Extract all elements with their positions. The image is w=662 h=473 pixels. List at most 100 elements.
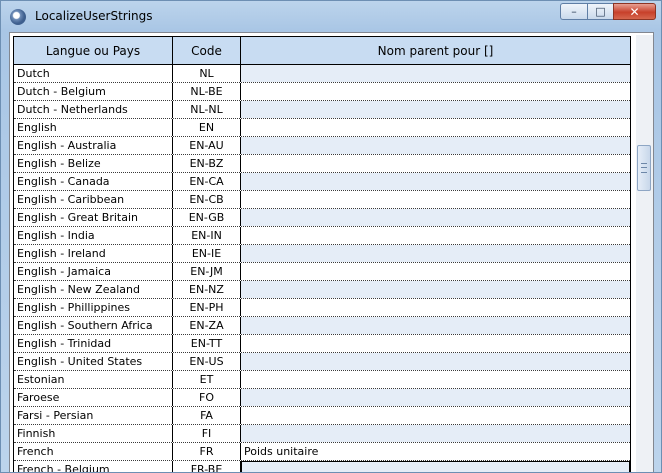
table-row[interactable]: English - Ireland EN-IE (14, 245, 630, 263)
table-row[interactable]: French FR Poids unitaire (14, 443, 630, 461)
cell-parent-name[interactable] (241, 317, 630, 334)
table-row[interactable]: English - Canada EN-CA (14, 173, 630, 191)
cell-code: EN-IN (173, 227, 241, 244)
cell-parent-name[interactable] (241, 263, 630, 280)
table-row[interactable]: English EN (14, 119, 630, 137)
table-row[interactable]: English - United States EN-US (14, 353, 630, 371)
cell-parent-name[interactable] (241, 245, 630, 262)
column-header-language[interactable]: Langue ou Pays (14, 37, 173, 64)
app-window: LocalizeUserStrings – □ ✕ Langue ou Pays… (0, 0, 662, 473)
column-header-parent-name[interactable]: Nom parent pour [] (241, 37, 630, 64)
cell-code: FI (173, 425, 241, 442)
cell-parent-name[interactable] (241, 209, 630, 226)
cell-parent-name[interactable] (241, 389, 630, 406)
cell-language: French (14, 443, 173, 460)
column-header-code[interactable]: Code (173, 37, 241, 64)
maximize-button[interactable]: □ (587, 3, 613, 20)
cell-parent-name[interactable] (241, 119, 630, 136)
cell-code: EN-CB (173, 191, 241, 208)
cell-language: English - United States (14, 353, 173, 370)
cell-language: English (14, 119, 173, 136)
cell-language: English - Belize (14, 155, 173, 172)
cell-parent-name[interactable] (241, 353, 630, 370)
table-row[interactable]: Dutch - Netherlands NL-NL (14, 101, 630, 119)
cell-code: EN-BZ (173, 155, 241, 172)
cell-code: EN-US (173, 353, 241, 370)
table-row[interactable]: English - Jamaica EN-JM (14, 263, 630, 281)
cell-parent-name[interactable] (241, 407, 630, 424)
table-row[interactable]: Faroese FO (14, 389, 630, 407)
table-row[interactable]: Finnish FI (14, 425, 630, 443)
table-row[interactable]: English - Belize EN-BZ (14, 155, 630, 173)
table-row[interactable]: Dutch NL (14, 65, 630, 83)
cell-parent-name[interactable] (241, 101, 630, 118)
table-row[interactable]: English - Australia EN-AU (14, 137, 630, 155)
cell-parent-name[interactable] (241, 155, 630, 172)
table-row[interactable]: English - India EN-IN (14, 227, 630, 245)
cell-language: English - Southern Africa (14, 317, 173, 334)
cell-code: EN-PH (173, 299, 241, 316)
cell-code: EN-ZA (173, 317, 241, 334)
table-row[interactable]: English - New Zealand EN-NZ (14, 281, 630, 299)
cell-language: Faroese (14, 389, 173, 406)
cell-code: NL-BE (173, 83, 241, 100)
cell-language: Dutch (14, 65, 173, 82)
app-icon (10, 9, 26, 25)
cell-code: NL (173, 65, 241, 82)
cell-parent-name[interactable] (241, 191, 630, 208)
title-bar[interactable]: LocalizeUserStrings – □ ✕ (1, 1, 661, 33)
cell-language: English - Australia (14, 137, 173, 154)
cell-language: English - Caribbean (14, 191, 173, 208)
grid-body: Dutch NL Dutch - Belgium NL-BE Dutch - Nethe… (14, 65, 630, 472)
client-area: Langue ou Pays Code Nom parent pour [] D… (9, 32, 654, 472)
grip-icon (641, 163, 647, 173)
window-title: LocalizeUserStrings (35, 9, 153, 23)
cell-language: Dutch - Belgium (14, 83, 173, 100)
close-button[interactable]: ✕ (613, 3, 656, 20)
cell-parent-name[interactable] (241, 461, 630, 472)
cell-code: EN-NZ (173, 281, 241, 298)
cell-code: EN (173, 119, 241, 136)
table-row[interactable]: French - Belgium FR-BE (14, 461, 630, 472)
cell-parent-name[interactable] (241, 281, 630, 298)
scrollbar-thumb[interactable] (637, 145, 651, 191)
cell-parent-name[interactable] (241, 425, 630, 442)
vertical-scrollbar[interactable] (636, 35, 653, 472)
table-row[interactable]: Farsi - Persian FA (14, 407, 630, 425)
cell-language: French - Belgium (14, 461, 173, 472)
cell-language: English - Great Britain (14, 209, 173, 226)
cell-code: ET (173, 371, 241, 388)
cell-code: NL-NL (173, 101, 241, 118)
cell-parent-name[interactable] (241, 227, 630, 244)
window-controls: – □ ✕ (560, 3, 656, 20)
table-row[interactable]: English - Southern Africa EN-ZA (14, 317, 630, 335)
cell-parent-name[interactable] (241, 335, 630, 352)
table-row[interactable]: Estonian ET (14, 371, 630, 389)
strings-grid[interactable]: Langue ou Pays Code Nom parent pour [] D… (13, 36, 631, 472)
cell-code: EN-IE (173, 245, 241, 262)
minimize-button[interactable]: – (560, 3, 587, 20)
cell-language: Farsi - Persian (14, 407, 173, 424)
cell-code: EN-CA (173, 173, 241, 190)
cell-language: Dutch - Netherlands (14, 101, 173, 118)
cell-code: EN-JM (173, 263, 241, 280)
cell-parent-name[interactable] (241, 83, 630, 100)
table-row[interactable]: English - Phillippines EN-PH (14, 299, 630, 317)
table-row[interactable]: Dutch - Belgium NL-BE (14, 83, 630, 101)
cell-parent-name[interactable] (241, 137, 630, 154)
cell-code: FO (173, 389, 241, 406)
table-row[interactable]: English - Caribbean EN-CB (14, 191, 630, 209)
cell-parent-name[interactable] (241, 173, 630, 190)
cell-parent-name[interactable] (241, 65, 630, 82)
cell-language: English - New Zealand (14, 281, 173, 298)
cell-parent-name[interactable] (241, 299, 630, 316)
cell-language: Finnish (14, 425, 173, 442)
table-row[interactable]: English - Trinidad EN-TT (14, 335, 630, 353)
cell-parent-name[interactable] (241, 371, 630, 388)
cell-code: EN-GB (173, 209, 241, 226)
cell-language: Estonian (14, 371, 173, 388)
cell-parent-name[interactable]: Poids unitaire (241, 443, 630, 460)
table-row[interactable]: English - Great Britain EN-GB (14, 209, 630, 227)
cell-language: English - Jamaica (14, 263, 173, 280)
cell-code: EN-TT (173, 335, 241, 352)
